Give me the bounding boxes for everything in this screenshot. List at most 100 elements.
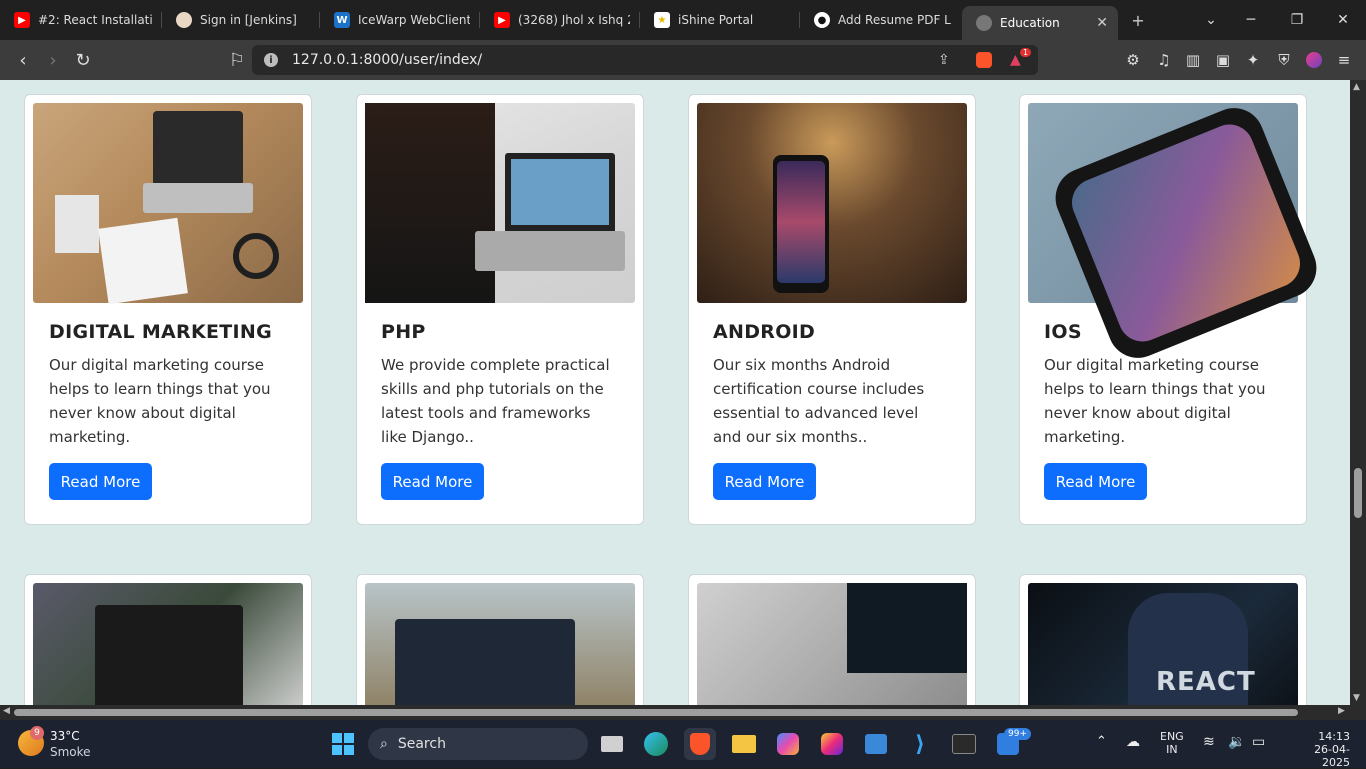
search-icon: ⌕ (380, 736, 388, 752)
taskbar-search[interactable]: ⌕ Search (368, 728, 588, 760)
star-icon: ★ (654, 12, 670, 28)
jenkins-icon (176, 12, 192, 28)
time-text: 14:13 (1318, 730, 1350, 743)
address-bar[interactable]: i 127.0.0.1:8000/user/index/ ⇪ ▲ 1 (252, 45, 1038, 75)
extensions-icon[interactable]: ⚙ (1123, 50, 1143, 70)
volume-icon[interactable]: 🔉 (1228, 734, 1245, 750)
laptop-screen-shape (395, 619, 575, 705)
tab-jhol-x-ishq[interactable]: ▶ (3268) Jhol x Ishq 2.0 (480, 0, 640, 40)
read-more-button[interactable]: Read More (381, 463, 484, 500)
course-card (688, 574, 976, 705)
task-view-icon[interactable] (596, 728, 628, 760)
menu-icon[interactable]: ≡ (1334, 50, 1354, 70)
reload-icon[interactable]: ↻ (68, 45, 98, 75)
laptop-desk-photo (33, 103, 303, 305)
course-description: Our six months Android certification cou… (713, 356, 925, 446)
sidebar-icon[interactable]: ▥ (1183, 50, 1203, 70)
media-icon[interactable]: ♫ (1154, 50, 1174, 70)
leo-ai-icon[interactable]: ✦ (1243, 50, 1263, 70)
battery-icon[interactable]: ▭ (1252, 734, 1265, 750)
scroll-down-arrow-icon[interactable]: ▼ (1353, 693, 1360, 703)
tab-title: Education (1000, 16, 1060, 30)
horizontal-scrollbar[interactable]: ◀ ▶ (0, 705, 1366, 720)
laptop-screen-shape (847, 583, 967, 673)
profile-icon[interactable] (1304, 50, 1324, 70)
file-explorer-icon[interactable] (728, 728, 760, 760)
course-card: IOS Our digital marketing course helps t… (1019, 94, 1326, 525)
course-card: ANDROID Our six months Android certifica… (688, 94, 976, 525)
read-more-button[interactable]: Read More (1044, 463, 1147, 500)
phone-screen-shape (777, 161, 825, 283)
course-description: Our digital marketing course helps to le… (1044, 356, 1266, 446)
course-card (356, 574, 644, 705)
headphones-shape (233, 233, 279, 279)
bookmark-icon[interactable]: ⚐ (222, 45, 252, 75)
start-button[interactable] (327, 728, 359, 760)
tab-react-installation[interactable]: ▶ #2: React Installation (0, 0, 162, 40)
chevron-up-icon[interactable]: ⌃ (1096, 734, 1107, 749)
forward-icon[interactable]: › (38, 45, 68, 75)
scroll-right-arrow-icon[interactable]: ▶ (1338, 706, 1345, 716)
language-indicator[interactable]: ENG IN (1160, 730, 1184, 756)
tab-title: Sign in [Jenkins] (200, 13, 297, 27)
laptop-editor-photo (365, 583, 635, 705)
scroll-left-arrow-icon[interactable]: ◀ (3, 706, 10, 716)
edge-icon[interactable] (640, 728, 672, 760)
maximize-button[interactable]: ❐ (1274, 0, 1320, 40)
course-description: Our digital marketing course helps to le… (49, 356, 271, 446)
instagram-icon[interactable] (816, 728, 848, 760)
wallet-icon[interactable]: ▣ (1213, 50, 1233, 70)
scroll-thumb[interactable] (14, 709, 1298, 716)
code-laptop-photo (33, 583, 303, 705)
read-more-button[interactable]: Read More (713, 463, 816, 500)
course-title: ANDROID (713, 321, 816, 343)
react-overlay-text: REACT (1156, 667, 1256, 697)
date-text: 26-04-2025 (1314, 743, 1350, 769)
tab-title: Add Resume PDF Lin (838, 13, 952, 27)
course-title: PHP (381, 321, 426, 343)
scroll-up-arrow-icon[interactable]: ▲ (1353, 82, 1360, 92)
course-card (24, 574, 312, 705)
brave-rewards-icon[interactable]: ▲ (1010, 52, 1021, 68)
vscode-icon[interactable]: ⟩ (904, 728, 936, 760)
tab-ishine-portal[interactable]: ★ iShine Portal (640, 0, 800, 40)
cloud-icon[interactable]: ☁ (1126, 734, 1140, 750)
tab-title: IceWarp WebClient (358, 13, 470, 27)
tab-add-resume[interactable]: ● Add Resume PDF Lin (800, 0, 962, 40)
weather-temp: 33°C (50, 729, 80, 743)
icewarp-icon: W (334, 12, 350, 28)
back-icon[interactable]: ‹ (8, 45, 38, 75)
minimize-button[interactable]: ─ (1228, 0, 1274, 40)
search-label: Search (397, 736, 446, 752)
paper-shape (98, 217, 188, 305)
course-title: DIGITAL MARKETING (49, 321, 272, 343)
course-card: DIGITAL MARKETING Our digital marketing … (24, 94, 312, 525)
close-tab-icon[interactable]: ✕ (1088, 15, 1108, 31)
site-info-icon[interactable]: i (264, 53, 278, 67)
tab-jenkins[interactable]: Sign in [Jenkins] (162, 0, 320, 40)
close-window-button[interactable]: ✕ (1320, 0, 1366, 40)
person-typing-laptop-photo (365, 103, 635, 303)
copilot-icon[interactable] (772, 728, 804, 760)
course-card: PHP We provide complete practical skills… (356, 94, 644, 525)
clock[interactable]: 14:13 26-04-2025 (1296, 730, 1350, 769)
read-more-button[interactable]: Read More (49, 463, 152, 500)
scroll-thumb[interactable] (1354, 468, 1362, 518)
vpn-icon[interactable]: ⛨ (1274, 50, 1294, 70)
tab-education[interactable]: Education ✕ (962, 6, 1118, 40)
page-viewport: DIGITAL MARKETING Our digital marketing … (0, 80, 1350, 705)
terminal-icon[interactable] (948, 728, 980, 760)
brave-browser-icon[interactable] (684, 728, 716, 760)
lang-text: ENG (1160, 730, 1184, 743)
youtube-icon: ▶ (14, 12, 30, 28)
youtube-icon: ▶ (494, 12, 510, 28)
share-icon[interactable]: ⇪ (938, 52, 950, 68)
vertical-scrollbar[interactable]: ▲ ▼ (1350, 80, 1366, 705)
tab-icewarp[interactable]: W IceWarp WebClient (320, 0, 480, 40)
notification-badge: 99+ (1004, 728, 1031, 740)
new-tab-button[interactable]: + (1118, 11, 1158, 30)
microsoft-store-icon[interactable] (860, 728, 892, 760)
brave-shields-icon[interactable] (976, 52, 992, 68)
wifi-icon[interactable]: ≋ (1203, 734, 1215, 750)
course-card: REACT (1019, 574, 1307, 705)
